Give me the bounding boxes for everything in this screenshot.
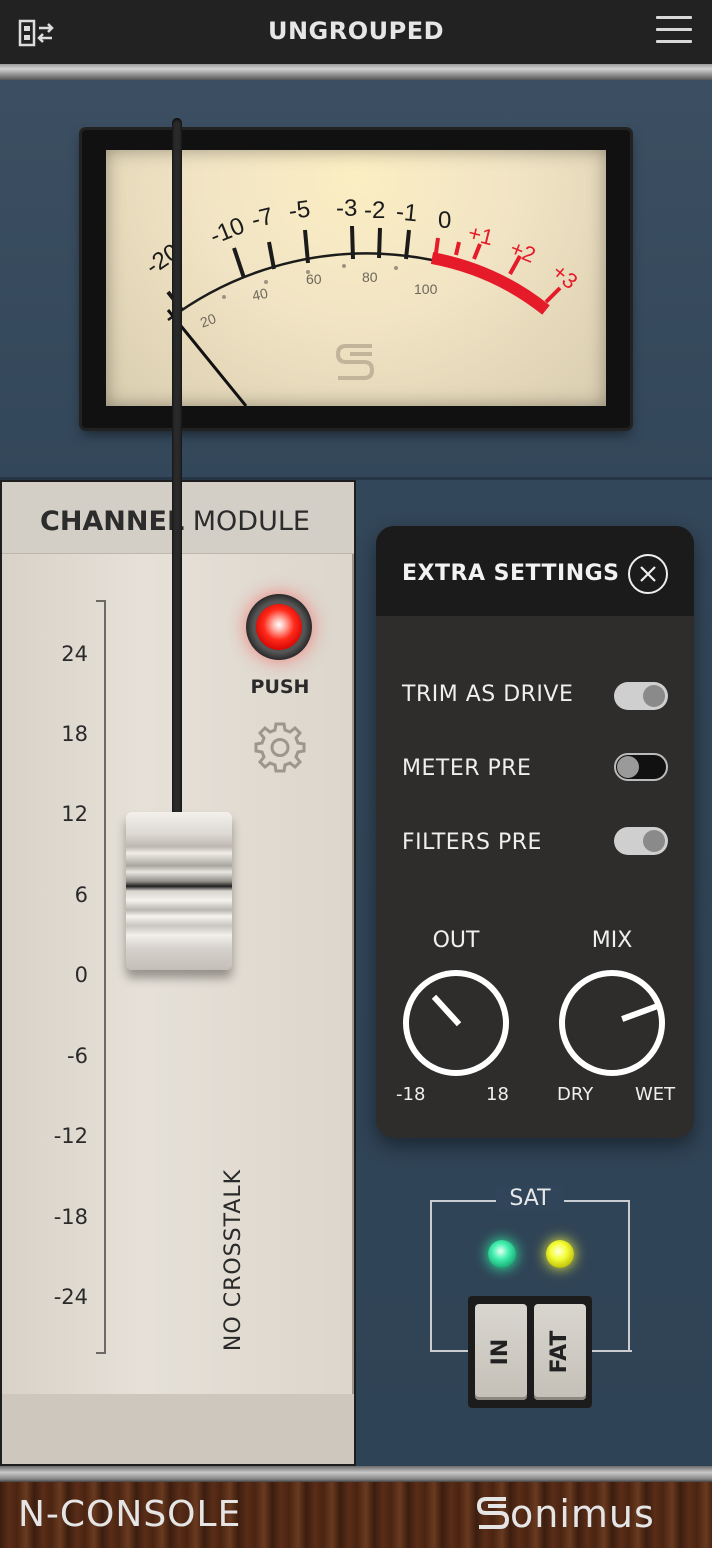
sat-frame-edge [430, 1350, 472, 1352]
vu-label-minus1: -1 [395, 198, 419, 227]
fader-scale-label: 12 [61, 802, 88, 826]
gear-icon[interactable] [253, 720, 307, 774]
vu-pct-20: 20 [198, 310, 218, 330]
mix-knob-min: DRY [557, 1084, 594, 1105]
vu-pct-80: 80 [362, 269, 378, 285]
sonimus-s-logo-icon [335, 344, 375, 380]
vu-tick [404, 229, 411, 260]
vu-dot [342, 264, 346, 268]
vu-dot [394, 266, 398, 270]
group-title[interactable]: UNGROUPED [0, 17, 712, 45]
vu-label-0: 0 [438, 207, 451, 234]
sonimus-s-logo-icon [476, 1497, 510, 1529]
vu-pct-40: 40 [251, 285, 270, 304]
fader-scale-label: -18 [53, 1205, 88, 1229]
brand-name: onimus [510, 1492, 655, 1536]
vu-label-minus5: -5 [287, 195, 312, 225]
vu-label-plus3: +3 [547, 259, 582, 294]
vu-tick [377, 227, 382, 259]
toggle-filters-pre[interactable] [614, 827, 668, 855]
fader-scale-label: -6 [67, 1044, 88, 1068]
out-knob-label: OUT [432, 928, 480, 953]
setting-label-meter-pre: METER PRE [402, 756, 532, 781]
mix-knob-max: WET [635, 1084, 676, 1105]
out-knob-max: 18 [486, 1084, 509, 1105]
vu-tick [267, 241, 276, 270]
vu-label-minus3: -3 [336, 195, 357, 222]
toggle-meter-pre[interactable] [614, 753, 668, 781]
vu-dot [222, 295, 226, 299]
sat-frame-edge [588, 1350, 632, 1352]
close-button[interactable] [628, 554, 668, 594]
extra-settings-title: EXTRA SETTINGS [402, 561, 620, 586]
vu-tick-red [544, 286, 562, 304]
vu-label-minus10: -10 [206, 212, 248, 250]
out-knob[interactable] [403, 970, 509, 1076]
sat-label: SAT [496, 1186, 564, 1211]
vu-label-plus1: +1 [466, 220, 496, 250]
channel-footer [2, 1394, 354, 1464]
vu-tick [350, 225, 355, 260]
bottom-rail [0, 1466, 712, 1482]
top-bar: UNGROUPED [0, 0, 712, 64]
mix-knob[interactable] [559, 970, 665, 1076]
fader-scale-label: -12 [53, 1124, 88, 1148]
no-crosstalk-label: NO CROSSTALK [221, 1168, 246, 1352]
vu-tick-red [434, 237, 440, 254]
sat-fat-button[interactable]: FAT [534, 1304, 586, 1400]
setting-label-trim-as-drive: TRIM AS DRIVE [402, 682, 574, 707]
fader-scale-label: -24 [53, 1285, 88, 1309]
fader-scale-label: 18 [61, 722, 88, 746]
channel-title-light: MODULE [192, 506, 310, 537]
sat-led-fat [546, 1240, 574, 1268]
close-icon [640, 566, 656, 582]
brand-logo: onimus [476, 1492, 655, 1536]
fader-scale-label: 6 [74, 883, 88, 907]
vu-label-minus2: -2 [364, 197, 385, 224]
extra-settings-header: EXTRA SETTINGS [376, 526, 694, 616]
fader-scale-label: 24 [61, 642, 88, 666]
fader-scale-label: 0 [74, 963, 88, 987]
vu-dot [264, 280, 268, 284]
channel-title-bold: CHANNEL [40, 506, 185, 537]
setting-label-filters-pre: FILTERS PRE [402, 830, 542, 855]
fader-cap[interactable] [126, 812, 232, 970]
vu-tick [232, 247, 246, 279]
vu-tick-red [454, 241, 461, 256]
push-led[interactable] [256, 604, 302, 650]
vu-pct-100: 100 [414, 281, 438, 297]
hamburger-menu-icon[interactable] [656, 16, 692, 48]
vu-pct-60: 60 [306, 271, 322, 287]
extra-settings-panel: EXTRA SETTINGS TRIM AS DRIVE METER PRE F… [376, 526, 694, 1138]
sat-led-in [488, 1240, 516, 1268]
vu-arc [167, 252, 433, 321]
sat-in-button[interactable]: IN [475, 1304, 527, 1400]
top-rail [0, 64, 712, 80]
push-label: PUSH [250, 676, 310, 698]
product-name: N-CONSOLE [18, 1494, 242, 1535]
out-knob-min: -18 [396, 1084, 426, 1105]
fader-track[interactable] [172, 118, 182, 874]
fader-scale-bracket [96, 600, 106, 1354]
mix-knob-label: MIX [591, 928, 633, 953]
sat-fat-label: FAT [547, 1330, 572, 1374]
vu-label-plus2: +2 [507, 235, 540, 268]
toggle-trim-as-drive[interactable] [614, 682, 668, 710]
vu-label-minus7: -7 [249, 203, 276, 234]
sat-in-label: IN [488, 1338, 513, 1366]
